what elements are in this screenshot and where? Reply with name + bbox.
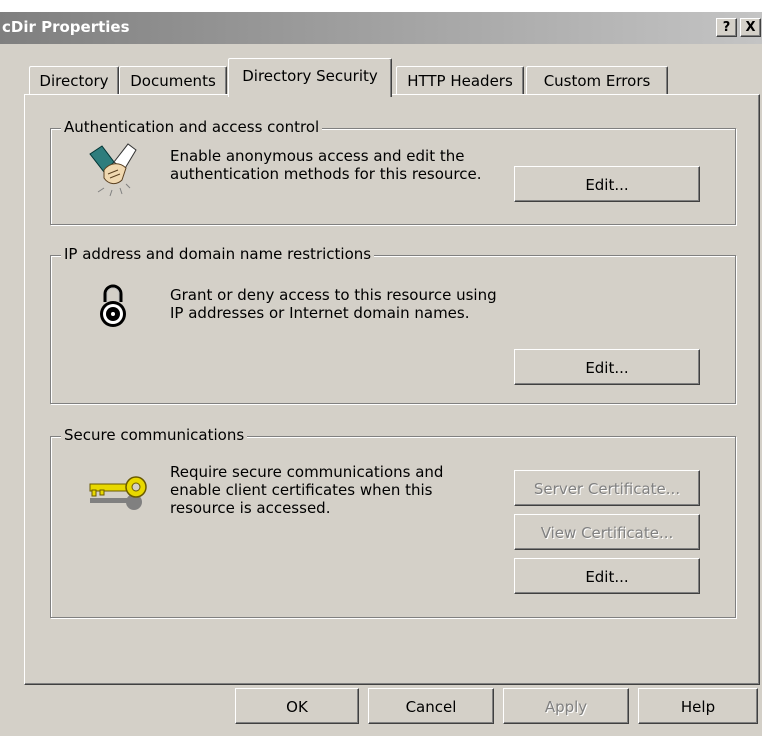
- key-icon: [86, 476, 152, 520]
- auth-edit-button[interactable]: Edit...: [514, 166, 700, 202]
- auth-line-2: authentication methods for this resource…: [170, 165, 482, 183]
- secure-line-1: Require secure communications and: [170, 463, 444, 481]
- ip-description: Grant or deny access to this resource us…: [170, 286, 497, 322]
- secure-description: Require secure communications and enable…: [170, 463, 443, 517]
- ip-edit-button[interactable]: Edit...: [514, 349, 700, 385]
- auth-description: Enable anonymous access and edit the aut…: [170, 147, 482, 183]
- secure-edit-button[interactable]: Edit...: [514, 558, 700, 594]
- window-title: cDir Properties: [2, 18, 130, 36]
- close-button[interactable]: X: [740, 18, 761, 37]
- view-certificate-button[interactable]: View Certificate...: [514, 514, 700, 550]
- group-legend: Authentication and access control: [61, 118, 323, 136]
- server-certificate-button[interactable]: Server Certificate...: [514, 470, 700, 506]
- help-button[interactable]: ?: [716, 18, 737, 37]
- ip-line-1: Grant or deny access to this resource us…: [170, 286, 497, 304]
- padlock-icon: [98, 282, 128, 334]
- handshake-icon: [84, 140, 144, 208]
- cancel-button[interactable]: Cancel: [368, 688, 494, 724]
- secure-line-3: resource is accessed.: [170, 499, 331, 517]
- auth-line-1: Enable anonymous access and edit the: [170, 147, 465, 165]
- secure-line-2: enable client certificates when this: [170, 481, 433, 499]
- tab-directory[interactable]: Directory: [29, 66, 119, 95]
- title-bar[interactable]: cDir Properties ? X: [0, 12, 762, 44]
- ok-button[interactable]: OK: [235, 688, 359, 724]
- window-top-border: [0, 0, 762, 12]
- tab-custom-errors[interactable]: Custom Errors: [526, 66, 668, 95]
- tab-directory-security[interactable]: Directory Security: [228, 58, 392, 97]
- tab-http-headers[interactable]: HTTP Headers: [396, 66, 524, 95]
- group-legend: Secure communications: [61, 426, 248, 444]
- tab-documents[interactable]: Documents: [119, 66, 227, 95]
- apply-button[interactable]: Apply: [503, 688, 629, 724]
- group-legend: IP address and domain name restrictions: [61, 245, 375, 263]
- help-footer-button[interactable]: Help: [638, 688, 758, 724]
- ip-line-2: IP addresses or Internet domain names.: [170, 304, 470, 322]
